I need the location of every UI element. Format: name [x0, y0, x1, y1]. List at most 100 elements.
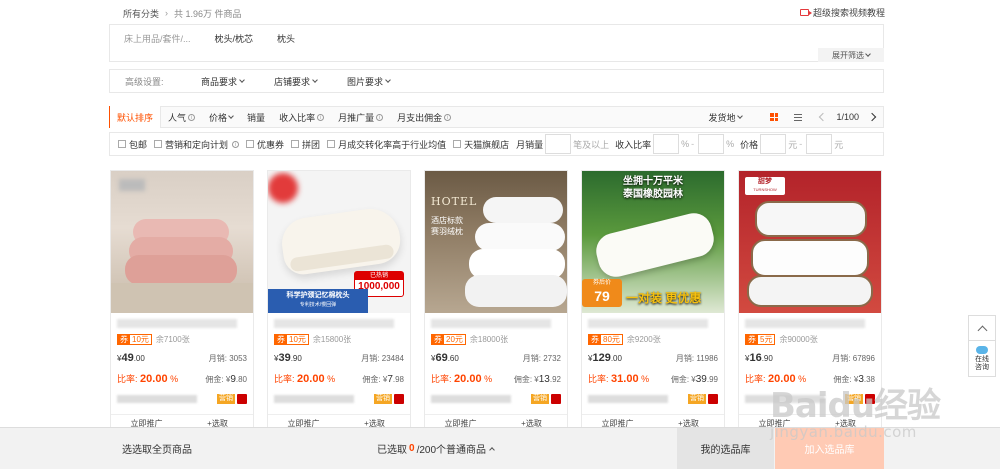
filter-free-shipping[interactable]: 包邮	[118, 138, 147, 151]
image-headline-2: 泰国橡胶园林	[623, 189, 683, 200]
sort-monthly-commission[interactable]: 月支出佣金 i	[390, 106, 458, 128]
price-min-input[interactable]	[760, 134, 787, 154]
checkbox[interactable]	[154, 140, 163, 148]
back-to-top-button[interactable]	[968, 315, 996, 341]
shop-requirements-dropdown[interactable]: 店铺要求	[274, 75, 318, 88]
my-library-button[interactable]: 我的选品库	[677, 428, 774, 469]
category-item[interactable]: 枕头/枕芯	[215, 32, 254, 45]
coupon-remaining: 余9200张	[626, 335, 661, 344]
image-requirements-dropdown[interactable]: 图片要求	[347, 75, 391, 88]
checkbox[interactable]	[453, 140, 462, 148]
expand-filter-label: 展开筛选	[832, 50, 864, 60]
monthly-sales-input[interactable]	[545, 134, 572, 154]
field-unit: %	[726, 139, 735, 149]
list-view-icon[interactable]	[794, 113, 803, 121]
coupon-remaining: 余7100张	[155, 335, 190, 344]
chevron-down-icon	[865, 50, 871, 57]
monthly-sales: 月销: 3053	[208, 354, 247, 363]
image-banner: 科学护颈记忆棉枕头	[286, 292, 350, 299]
checkbox-label: 天猫旗舰店	[464, 139, 510, 150]
ship-from-dropdown[interactable]: 发货地	[708, 111, 744, 124]
sold-label: 已热销	[355, 272, 403, 280]
filter-marketing-plan[interactable]: 营销和定向计划 i	[154, 138, 240, 151]
coupon-remaining: 余90000张	[779, 335, 818, 344]
info-icon: i	[376, 113, 384, 121]
selected-count-toggle[interactable]: 已选取 0/200个普通商品	[377, 441, 495, 456]
selected-number: 0	[409, 443, 415, 454]
category-item[interactable]: 枕头	[277, 32, 295, 45]
watermark-sub: jingyan.baidu.com	[770, 423, 917, 441]
side-toolbar: 在线 咨询	[968, 315, 996, 377]
commission: 佣金: ¥13.92	[513, 374, 561, 385]
product-price: ¥49.00	[117, 352, 145, 364]
video-tutorial-link[interactable]: 超级搜索视频教程	[799, 6, 885, 19]
product-image[interactable]: 已热销 1000,000 科学护颈记忆棉枕头 专利技术/慢回弹	[268, 171, 410, 313]
checkbox[interactable]	[327, 140, 336, 148]
filter-tmall-flagship[interactable]: 天猫旗舰店	[453, 138, 509, 151]
product-price: ¥16.90	[745, 352, 773, 364]
advanced-settings-bar: 高级设置: 商品要求 店铺要求 图片要求	[109, 69, 884, 93]
online-chat-button[interactable]: 在线 咨询	[968, 341, 996, 377]
filter-group-buy[interactable]: 拼团	[291, 138, 320, 151]
product-card[interactable]: 已热销 1000,000 科学护颈记忆棉枕头 专利技术/慢回弹 券 10元 余15…	[267, 170, 411, 432]
select-all-page-button[interactable]: 选选取全页商品	[122, 441, 372, 456]
product-requirements-dropdown[interactable]: 商品要求	[201, 75, 245, 88]
chevron-up-icon	[489, 447, 495, 453]
after-coupon-price: 79	[594, 288, 610, 304]
checkbox[interactable]	[291, 140, 300, 148]
grid-view-icon[interactable]	[770, 113, 779, 121]
product-image[interactable]: 甜梦 TURNSHOW	[739, 171, 881, 313]
sort-popularity[interactable]: 人气 i	[161, 106, 202, 128]
page-indicator: 1/100	[836, 112, 859, 122]
sort-default[interactable]: 默认排序	[109, 106, 162, 128]
field-label: 收入比率	[615, 139, 652, 150]
checkbox-label: 包邮	[129, 139, 148, 150]
coupon-badge: 券 80元	[588, 334, 623, 345]
income-ratio-min-input[interactable]	[653, 134, 680, 154]
expand-bar: 展开筛选	[109, 48, 884, 62]
gift-icon	[237, 394, 247, 404]
income-ratio-filter: 收入比率 % - %	[615, 134, 740, 154]
baidu-watermark: Baidu经验 jingyan.baidu.com	[770, 378, 941, 441]
marketing-tag: 营销	[374, 394, 392, 404]
sort-income-ratio[interactable]: 收入比率 i	[272, 106, 331, 128]
product-image[interactable]	[111, 171, 253, 313]
sort-label: 销量	[247, 112, 266, 123]
income-ratio-max-input[interactable]	[698, 134, 725, 154]
filter-coupon[interactable]: 优惠券	[246, 138, 284, 151]
price-max-input[interactable]	[806, 134, 833, 154]
brand-logo-en: TURNSHOW	[753, 187, 777, 192]
chevron-down-icon	[312, 76, 318, 83]
product-image[interactable]: 坐拥十万平米 泰国橡胶园林 券后价 79 一对装 更优惠	[582, 171, 724, 313]
next-page-icon[interactable]	[867, 112, 877, 122]
checkbox[interactable]	[246, 140, 255, 148]
field-unit: 笔及以上	[573, 139, 610, 150]
filter-conversion-above-avg[interactable]: 月成交转化率高于行业均值	[327, 138, 446, 151]
commission: 佣金: ¥7.98	[362, 374, 404, 385]
sort-monthly-promotion[interactable]: 月推广量 i	[331, 106, 390, 128]
product-price: ¥69.60	[431, 352, 459, 364]
product-image[interactable]: HOTEL 酒店标款 赛羽绒枕	[425, 171, 567, 313]
product-card[interactable]: 券 10元 余7100张 ¥49.00 月销: 3053 比率: 20.00 % …	[110, 170, 254, 432]
marketing-tag: 营销	[531, 394, 549, 404]
monthly-sales-filter: 月销量 笔及以上	[516, 134, 615, 154]
product-card[interactable]: HOTEL 酒店标款 赛羽绒枕 券 20元 余18000张 ¥69.60 月销: …	[424, 170, 568, 432]
product-title-blurred	[588, 319, 708, 328]
product-card[interactable]: 坐拥十万平米 泰国橡胶园林 券后价 79 一对装 更优惠 券 80元 余9200张…	[581, 170, 725, 432]
breadcrumb-root[interactable]: 所有分类	[123, 7, 159, 20]
video-tutorial-label: 超级搜索视频教程	[812, 8, 885, 18]
range-dash: -	[691, 139, 695, 149]
category-path[interactable]: 床上用品/套件/...	[124, 32, 191, 45]
image-banner-sub: 专利技术/慢回弹	[299, 302, 337, 308]
expand-filter-button[interactable]: 展开筛选	[818, 48, 884, 62]
product-title-blurred	[745, 319, 865, 328]
sort-sales[interactable]: 销量	[240, 106, 272, 128]
prev-page-icon[interactable]	[819, 112, 828, 122]
sort-price[interactable]: 价格	[202, 106, 240, 128]
checkbox[interactable]	[118, 140, 126, 148]
price-filter: 价格 元 - 元	[740, 134, 849, 154]
coupon-badge: 券 5元	[745, 334, 776, 345]
breadcrumb-separator: ›	[165, 8, 169, 18]
sort-label: 月推广量	[338, 112, 375, 123]
product-title-blurred	[431, 319, 551, 328]
